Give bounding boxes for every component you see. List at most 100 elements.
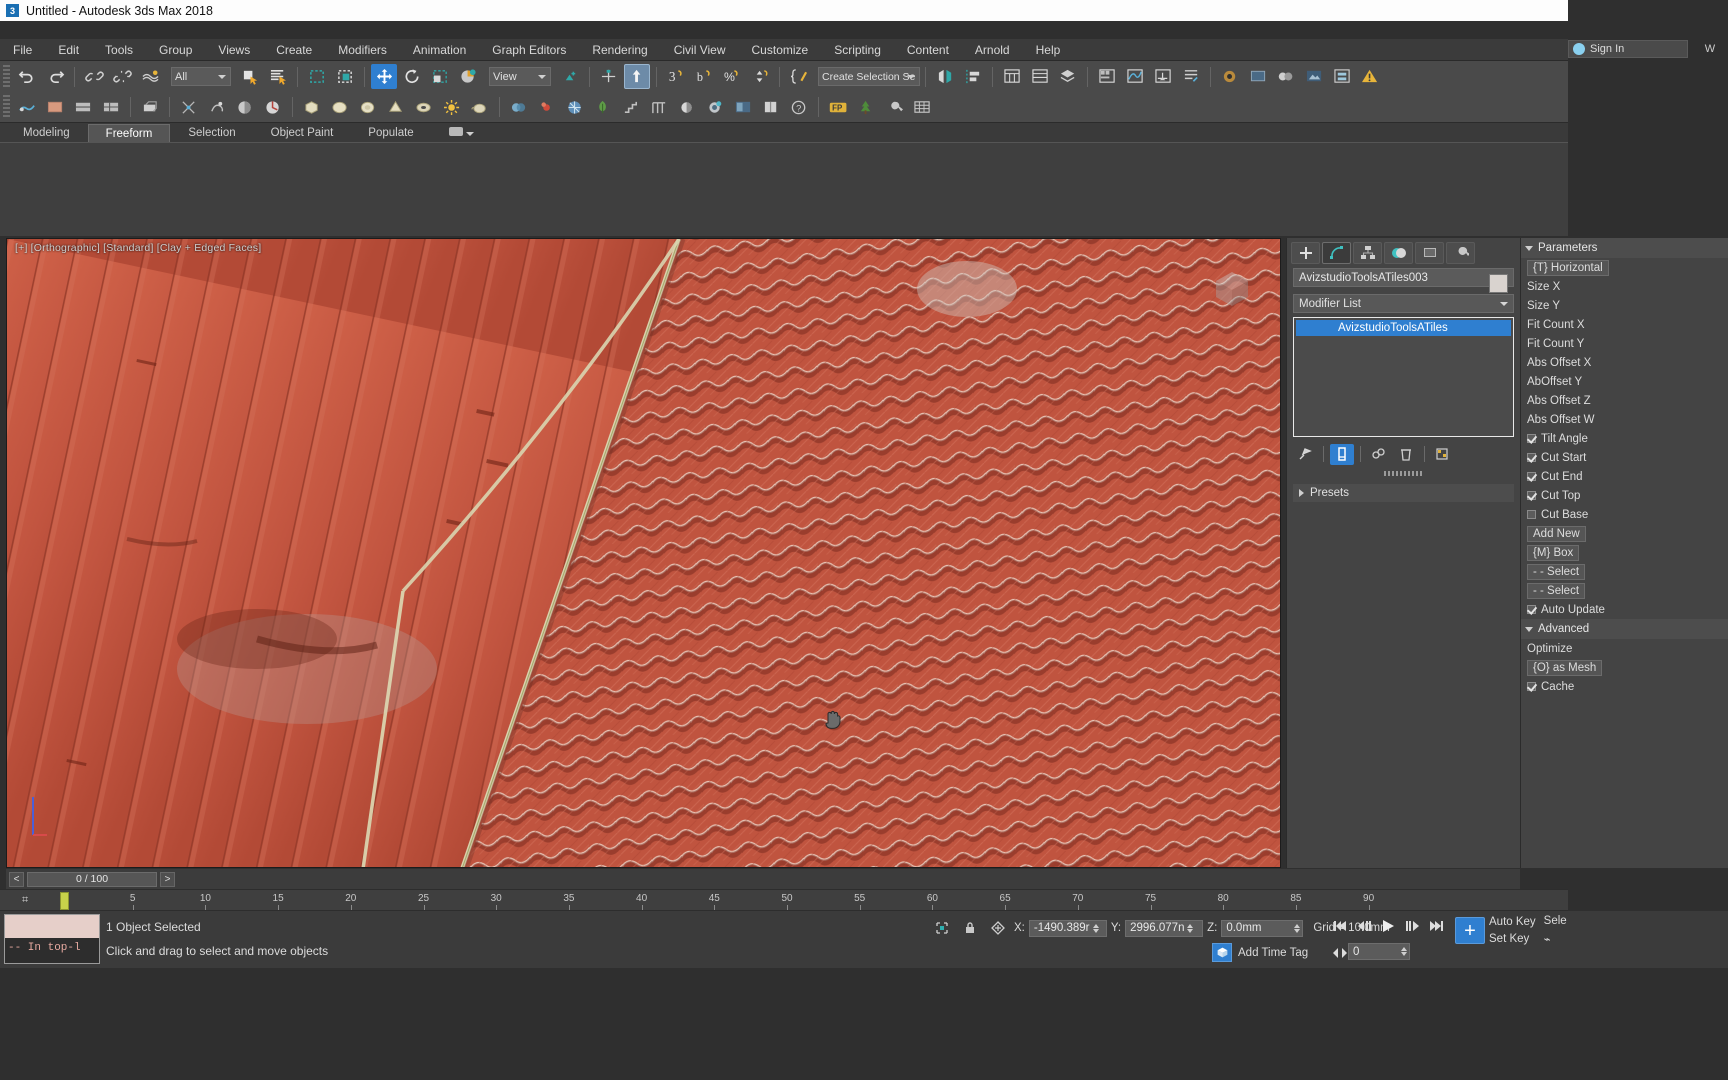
align-crosshair-icon[interactable] bbox=[596, 64, 622, 89]
set-key-icon[interactable]: + bbox=[1455, 917, 1485, 944]
key-filter-icon[interactable]: ⌗ bbox=[22, 894, 28, 907]
selection-list-label[interactable]: Sele bbox=[1544, 915, 1567, 927]
daylight-icon[interactable] bbox=[674, 95, 700, 120]
coord-z-field[interactable]: 0.0mm bbox=[1221, 919, 1304, 937]
checkbox[interactable] bbox=[1527, 510, 1536, 519]
omni-light-icon[interactable] bbox=[439, 95, 465, 120]
key-filters-icon[interactable]: ⌁ bbox=[1544, 932, 1567, 946]
frame-slider[interactable]: 0 / 100 bbox=[27, 871, 157, 887]
tree-icon[interactable] bbox=[853, 95, 879, 120]
next-key-button[interactable]: > bbox=[160, 871, 175, 887]
dope-sheet-icon[interactable] bbox=[232, 95, 258, 120]
teapot-icon[interactable] bbox=[467, 95, 493, 120]
go-to-end-icon[interactable] bbox=[1426, 916, 1445, 935]
align-icon[interactable] bbox=[960, 64, 986, 89]
spinner-arrows-icon[interactable] bbox=[1092, 923, 1099, 933]
ribbon-overflow-icon[interactable] bbox=[431, 124, 491, 142]
checkbox[interactable] bbox=[1527, 605, 1536, 614]
menu-item-group[interactable]: Group bbox=[146, 39, 205, 61]
param-row[interactable]: Add New bbox=[1521, 524, 1728, 543]
menu-item-arnold[interactable]: Arnold bbox=[962, 39, 1023, 61]
sign-in-button[interactable]: Sign In bbox=[1568, 40, 1688, 58]
utilities-tab-icon[interactable] bbox=[1446, 241, 1475, 264]
space-warp-icon[interactable] bbox=[562, 95, 588, 120]
spinner-arrows-icon[interactable] bbox=[1294, 923, 1301, 933]
create-tab-icon[interactable] bbox=[1291, 241, 1320, 264]
grid-icon[interactable] bbox=[909, 95, 935, 120]
scene-explorer-icon[interactable] bbox=[1027, 64, 1053, 89]
asset-tracking-icon[interactable] bbox=[14, 95, 40, 120]
rollout-presets[interactable]: Presets bbox=[1293, 484, 1514, 502]
cone-icon[interactable] bbox=[383, 95, 409, 120]
maxscript-mini-listener[interactable]: -- In top-l bbox=[4, 914, 100, 964]
foliage-icon[interactable] bbox=[590, 95, 616, 120]
spinner-arrows-icon[interactable] bbox=[1187, 923, 1194, 933]
maxscript-listener-icon[interactable] bbox=[204, 95, 230, 120]
absolute-relative-mode-icon[interactable] bbox=[986, 918, 1010, 939]
time-tag-icon[interactable] bbox=[1212, 943, 1232, 962]
cylinder-icon[interactable] bbox=[355, 95, 381, 120]
menu-item-scripting[interactable]: Scripting bbox=[821, 39, 894, 61]
current-frame-field[interactable]: 0 bbox=[1348, 943, 1410, 960]
object-name-field[interactable]: AvizstudioToolsATiles003 bbox=[1293, 268, 1514, 287]
select-and-rotate-icon[interactable] bbox=[399, 64, 425, 89]
particle-flow-icon[interactable] bbox=[176, 95, 202, 120]
ribbon-toggle-icon[interactable] bbox=[1094, 64, 1120, 89]
ribbon-tab-selection[interactable]: Selection bbox=[171, 124, 253, 142]
object-color-swatch[interactable] bbox=[1489, 274, 1508, 293]
modify-tab-icon[interactable] bbox=[1322, 241, 1351, 264]
undo-icon[interactable] bbox=[14, 64, 40, 89]
placement-icon[interactable] bbox=[455, 64, 481, 89]
manage-layers-icon[interactable] bbox=[1055, 64, 1081, 89]
ribbon-tab-freeform[interactable]: Freeform bbox=[87, 124, 171, 142]
menu-item-rendering[interactable]: Rendering bbox=[579, 39, 660, 61]
fp-icon[interactable]: FP bbox=[825, 95, 851, 120]
torus-icon[interactable] bbox=[411, 95, 437, 120]
render-to-texture-icon[interactable] bbox=[1301, 64, 1327, 89]
spinner-arrows-icon[interactable] bbox=[1401, 947, 1407, 956]
param-row[interactable]: AbOffset Y bbox=[1521, 372, 1728, 391]
param-row[interactable]: Size Y bbox=[1521, 296, 1728, 315]
viewport-orthographic[interactable]: [+] [Orthographic] [Standard] [Clay + Ed… bbox=[6, 238, 1281, 868]
render-setup-icon[interactable] bbox=[1178, 64, 1204, 89]
auto-key-button[interactable]: Auto Key bbox=[1489, 916, 1536, 928]
layer-explorer-icon[interactable] bbox=[999, 64, 1025, 89]
angle-snap-icon[interactable]: 3 bbox=[663, 64, 689, 89]
layered-render-icon[interactable] bbox=[1329, 64, 1355, 89]
select-object-icon[interactable] bbox=[237, 64, 263, 89]
param-row[interactable]: Cache bbox=[1521, 677, 1728, 696]
viewcube-icon[interactable] bbox=[1206, 263, 1258, 315]
menu-item-create[interactable]: Create bbox=[263, 39, 325, 61]
next-frame-icon[interactable] bbox=[1402, 916, 1421, 935]
camera-icon[interactable] bbox=[702, 95, 728, 120]
spinner-arrows-icon[interactable] bbox=[747, 64, 773, 89]
param-row[interactable]: - - Select bbox=[1521, 562, 1728, 581]
reference-coord-dropdown[interactable]: View bbox=[489, 67, 551, 86]
modifier-stack-item[interactable]: AvizstudioToolsATiles bbox=[1296, 320, 1511, 336]
previous-frame-icon[interactable] bbox=[1354, 916, 1373, 935]
menu-item-graph-editors[interactable]: Graph Editors bbox=[479, 39, 579, 61]
param-row[interactable]: {T} Horizontal bbox=[1521, 258, 1728, 277]
checkbox[interactable] bbox=[1527, 453, 1536, 462]
edit-named-selection-icon[interactable] bbox=[786, 64, 812, 89]
menu-item-modifiers[interactable]: Modifiers bbox=[325, 39, 400, 61]
param-row[interactable]: Optimize bbox=[1521, 639, 1728, 658]
stairs-icon[interactable] bbox=[618, 95, 644, 120]
param-row[interactable]: Size X bbox=[1521, 277, 1728, 296]
point-helper-icon[interactable] bbox=[534, 95, 560, 120]
checkbox[interactable] bbox=[1527, 434, 1536, 443]
add-time-tag[interactable]: Add Time Tag bbox=[1212, 943, 1308, 962]
play-animation-icon[interactable] bbox=[1378, 916, 1397, 935]
menu-item-civil-view[interactable]: Civil View bbox=[661, 39, 739, 61]
checkbox[interactable] bbox=[1527, 682, 1536, 691]
ribbon-tab-object-paint[interactable]: Object Paint bbox=[253, 124, 351, 142]
manage-links-icon[interactable] bbox=[137, 95, 163, 120]
box-icon[interactable] bbox=[299, 95, 325, 120]
display-tab-icon[interactable] bbox=[1415, 241, 1444, 264]
configure-modifier-sets-icon[interactable] bbox=[1431, 444, 1455, 465]
spinner-snap-icon[interactable]: % bbox=[719, 64, 745, 89]
param-row[interactable]: {M} Box bbox=[1521, 543, 1728, 562]
param-row[interactable]: Cut Start bbox=[1521, 448, 1728, 467]
remove-modifier-icon[interactable] bbox=[1394, 444, 1418, 465]
coord-x-field[interactable]: -1490.389r bbox=[1028, 919, 1107, 937]
